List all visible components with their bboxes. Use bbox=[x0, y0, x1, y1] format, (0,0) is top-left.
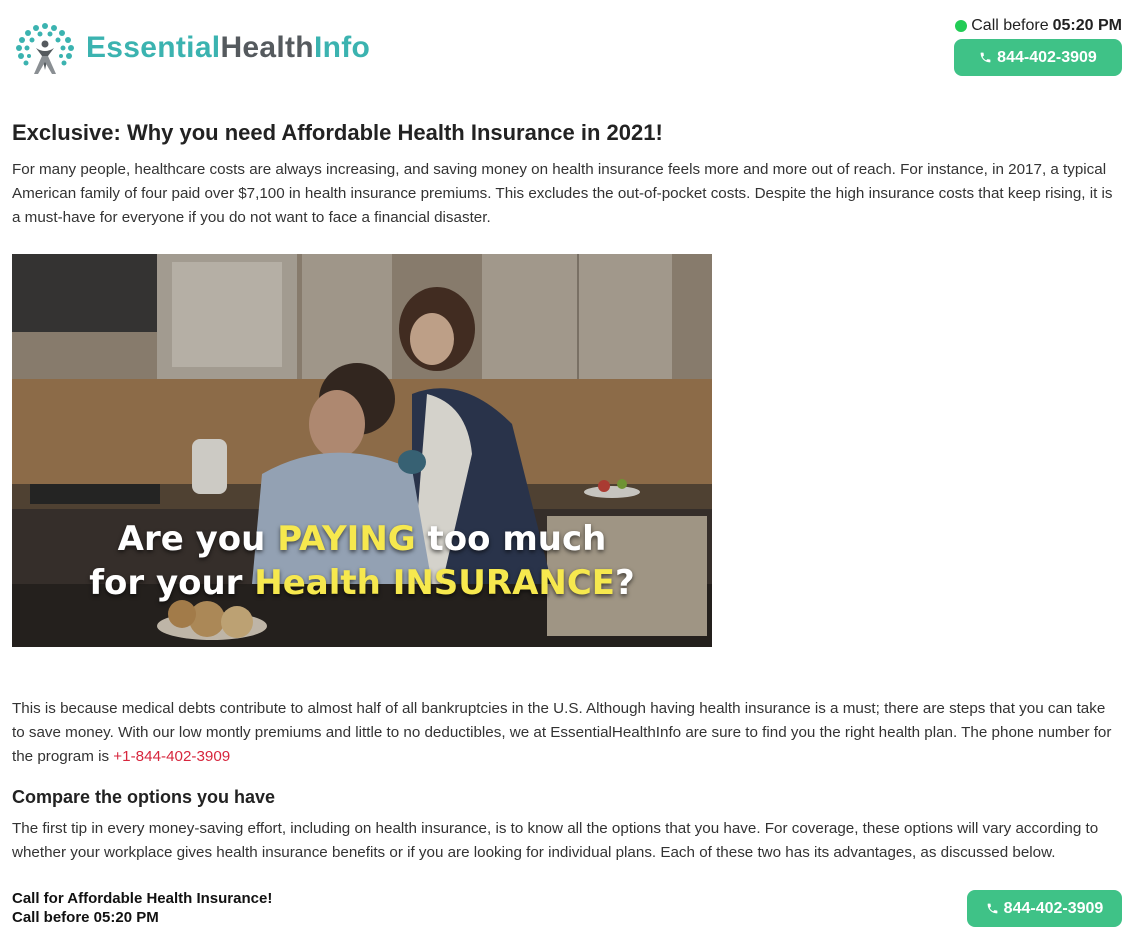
tree-logo-icon bbox=[16, 23, 74, 74]
site-logo[interactable]: EssentialHealthInfo bbox=[12, 18, 370, 78]
article-content: Exclusive: Why you need Affordable Healt… bbox=[12, 116, 1117, 865]
hero-line1-highlight: PAYING bbox=[277, 519, 416, 559]
options-paragraph: The first tip in every money-saving effo… bbox=[12, 820, 1099, 861]
logo-text-essential: Essential bbox=[86, 31, 221, 64]
logo-text-health: Health bbox=[220, 31, 314, 64]
phone-icon bbox=[980, 52, 991, 63]
hero-line2-highlight: Health INSURANCE bbox=[254, 563, 616, 603]
logo-wordmark: EssentialHealthInfo bbox=[86, 31, 370, 65]
footer-line2: Call before 05:20 PM bbox=[12, 909, 159, 926]
compare-options-heading: Compare the options you have bbox=[12, 787, 276, 807]
call-time: 05:20 PM bbox=[1052, 17, 1122, 34]
logo-text-info: Info bbox=[313, 31, 371, 64]
footer-call-text: Call for Affordable Health Insurance! Ca… bbox=[12, 889, 272, 927]
hero-line2-c: ? bbox=[615, 563, 635, 603]
header-phone-button[interactable]: 844-402-3909 bbox=[954, 39, 1122, 76]
online-status-dot-icon bbox=[955, 20, 968, 32]
hero-image[interactable]: Are you PAYING too much for your Health … bbox=[12, 254, 712, 647]
program-phone-link[interactable]: +1-844-402-3909 bbox=[113, 748, 230, 765]
hero-caption: Are you PAYING too much for your Health … bbox=[12, 517, 712, 605]
footer-phone-label: 844-402-3909 bbox=[1003, 899, 1104, 917]
header-call-box: Call before 05:20 PM 844-402-3909 bbox=[954, 17, 1122, 76]
intro-paragraph: For many people, healthcare costs are al… bbox=[12, 161, 1113, 226]
site-header: EssentialHealthInfo Call before 05:20 PM… bbox=[0, 0, 1145, 100]
hero-line1-c: too much bbox=[415, 519, 607, 559]
hero-line1-a: Are you bbox=[117, 519, 278, 559]
article-title: Exclusive: Why you need Affordable Healt… bbox=[12, 120, 663, 145]
header-phone-label: 844-402-3909 bbox=[997, 48, 1097, 66]
call-status: Call before 05:20 PM bbox=[954, 17, 1122, 35]
phone-icon bbox=[987, 903, 998, 914]
footer-phone-button[interactable]: 844-402-3909 bbox=[967, 890, 1122, 927]
bankruptcy-paragraph: This is because medical debts contribute… bbox=[12, 697, 1117, 769]
footer-line1: Call for Affordable Health Insurance! bbox=[12, 890, 273, 907]
hero-line2-a: for your bbox=[89, 563, 255, 603]
call-status-prefix: Call before bbox=[971, 17, 1049, 34]
sticky-footer-bar: Call for Affordable Health Insurance! Ca… bbox=[0, 879, 1145, 944]
